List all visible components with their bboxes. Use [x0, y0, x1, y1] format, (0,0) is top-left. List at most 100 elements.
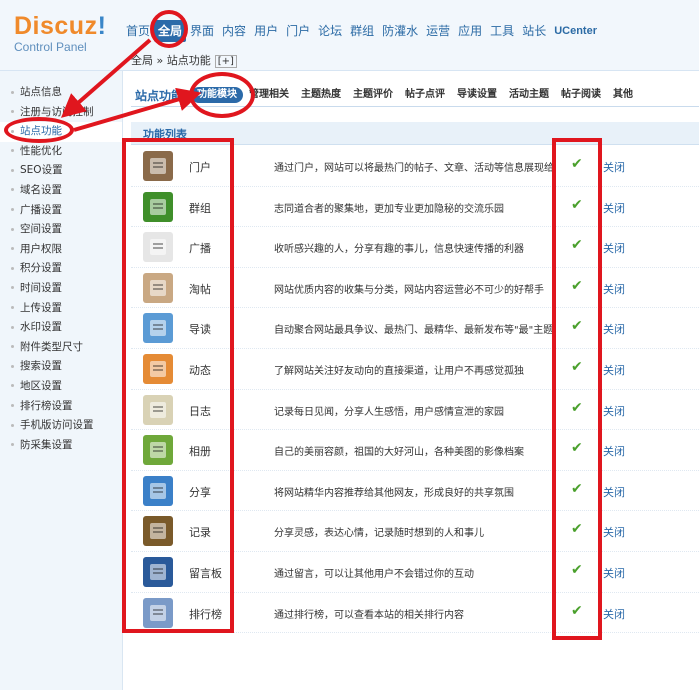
sidebar-item-label: 用户权限 [20, 242, 62, 255]
bullet-icon [11, 404, 14, 407]
sidebar-item-label: 时间设置 [20, 281, 62, 294]
sidebar-item-label: SEO设置 [20, 164, 63, 177]
bullet-icon [11, 188, 14, 192]
feature-description: 收听感兴趣的人，分享有趣的事儿，信息快速传播的利器 [274, 244, 524, 256]
bullet-icon [11, 208, 14, 212]
sidebar-item[interactable]: 用户权限 [0, 240, 122, 260]
sidebar-item-label: 空间设置 [20, 223, 62, 236]
tab-6[interactable]: 论坛 [314, 20, 346, 42]
feature-description: 通过门户，网站可以将最热门的帖子、文章、活动等信息展现给用户 [274, 163, 554, 174]
feature-description: 网站优质内容的收集与分类，网站内容运营必不可少的好帮手 [274, 284, 544, 296]
bullet-icon [11, 306, 14, 310]
subtab-3[interactable]: 主题评价 [347, 87, 399, 103]
bullet-icon [11, 149, 14, 153]
breadcrumb: 全局 » 站点功能 [+] [131, 52, 237, 68]
annotation-circle-global-tab [150, 10, 188, 48]
header-bar: Discuz! Control Panel 首页 全局 界面 内容 用户 门户 论坛 群组 防灌… [0, 0, 699, 71]
bullet-icon [11, 168, 14, 172]
sidebar-item[interactable]: 水印设置 [0, 318, 122, 338]
subtab-2[interactable]: 主题热度 [295, 87, 347, 103]
feature-description: 通过留言，可以让其他用户不会错过你的互动 [274, 568, 474, 580]
feature-description: 自动聚合网站最具争议、最热门、最精华、最新发布等"最"主题 [274, 325, 554, 337]
sidebar-item[interactable]: 时间设置 [0, 279, 122, 299]
sidebar-item[interactable]: 空间设置 [0, 220, 122, 240]
bullet-icon [11, 325, 14, 329]
sidebar-item-label: 站点信息 [20, 86, 62, 98]
bullet-icon [11, 90, 14, 94]
annotation-circle-sidebar-item [4, 117, 74, 143]
top-nav: 首页 全局 界面 内容 用户 门户 论坛 群组 防灌水 运营 应用 工具 站长 UCenter [122, 20, 601, 42]
subtab-8[interactable]: 其他 [607, 87, 639, 103]
breadcrumb-text: 全局 » 站点功能 [131, 54, 211, 67]
annotation-circle-module-tab [189, 72, 255, 118]
tab-10[interactable]: 应用 [454, 20, 486, 42]
sidebar-item[interactable]: 性能优化 [0, 142, 122, 162]
sidebar: 站点信息 注册与访问控制 站点功能 性能优化 SEO设置 域名设置 广播设置 空间设置 用户权限… [0, 71, 123, 690]
sidebar-item[interactable]: 防采集设置 [0, 436, 122, 456]
close-link[interactable]: 关闭 [603, 443, 625, 459]
sidebar-item[interactable]: 广播设置 [0, 201, 122, 221]
sidebar-item[interactable]: 上传设置 [0, 299, 122, 319]
bullet-icon [11, 286, 14, 290]
close-link[interactable]: 关闭 [603, 606, 625, 622]
close-link[interactable]: 关闭 [603, 281, 625, 297]
annotation-box-feature-names [122, 138, 234, 633]
tab-5[interactable]: 门户 [282, 20, 314, 42]
feature-description: 了解网站关注好友动向的直接渠道，让用户不再感觉孤独 [274, 365, 524, 377]
bullet-icon [11, 345, 14, 349]
tab-3[interactable]: 内容 [218, 20, 250, 42]
feature-description: 将网站精华内容推荐给其他网友，形成良好的共享氛围 [274, 487, 514, 499]
close-link[interactable]: 关闭 [603, 200, 625, 216]
sidebar-item-label: 上传设置 [20, 301, 62, 314]
breadcrumb-add-button[interactable]: [+] [214, 55, 237, 68]
sidebar-item[interactable]: 附件类型尺寸 [0, 338, 122, 358]
feature-description: 自己的美丽容颜，祖国的大好河山，各种美图的影像档案 [274, 447, 524, 459]
tab-4[interactable]: 用户 [250, 20, 282, 42]
close-link[interactable]: 关闭 [603, 484, 625, 500]
sidebar-item[interactable]: 搜索设置 [0, 357, 122, 377]
tab-12[interactable]: 站长 [518, 20, 550, 42]
close-link[interactable]: 关闭 [603, 159, 625, 175]
bullet-icon [11, 364, 14, 368]
close-link[interactable]: 关闭 [603, 403, 625, 419]
logo-subtitle: Control Panel [14, 40, 87, 54]
sidebar-item-label: 水印设置 [20, 321, 62, 334]
sidebar-item[interactable]: SEO设置 [0, 161, 122, 181]
sidebar-item[interactable]: 积分设置 [0, 259, 122, 279]
sidebar-item[interactable]: 手机版访问设置 [0, 416, 122, 436]
logo-bang: ! [97, 12, 107, 40]
sidebar-item[interactable]: 排行榜设置 [0, 397, 122, 417]
sidebar-item[interactable]: 站点信息 [0, 83, 122, 103]
feature-description: 志同道合者的聚集地，更加专业更加隐秘的交流乐园 [274, 203, 504, 215]
close-link[interactable]: 关闭 [603, 321, 625, 337]
sidebar-item-label: 性能优化 [20, 144, 62, 157]
bullet-icon [11, 247, 14, 251]
close-link[interactable]: 关闭 [603, 565, 625, 581]
sidebar-item-label: 防采集设置 [20, 438, 73, 451]
subtab-7[interactable]: 帖子阅读 [555, 87, 607, 103]
subtab-6[interactable]: 活动主题 [503, 87, 555, 103]
tab-8[interactable]: 防灌水 [378, 20, 422, 42]
close-link[interactable]: 关闭 [603, 240, 625, 256]
subtab-4[interactable]: 帖子点评 [399, 87, 451, 103]
tab-2[interactable]: 界面 [186, 20, 218, 42]
subtab-5[interactable]: 导读设置 [451, 87, 503, 103]
sidebar-item-label: 域名设置 [20, 183, 62, 196]
feature-description: 记录每日见闻，分享人生感悟，用户感情宣泄的家园 [274, 406, 504, 418]
logo-name: Discuz [14, 12, 98, 40]
close-link[interactable]: 关闭 [603, 524, 625, 540]
close-link[interactable]: 关闭 [603, 362, 625, 378]
tab-11[interactable]: 工具 [486, 20, 518, 42]
sidebar-item-label: 搜索设置 [20, 360, 62, 373]
sidebar-item-label: 地区设置 [20, 379, 62, 392]
bullet-icon [11, 384, 14, 388]
tab-7[interactable]: 群组 [346, 20, 378, 42]
sidebar-item[interactable]: 地区设置 [0, 377, 122, 397]
feature-description: 分享灵感，表达心情，记录随时想到的人和事儿 [274, 528, 484, 540]
discuz-logo: Discuz! Control Panel [14, 12, 124, 54]
tab-9[interactable]: 运营 [422, 20, 454, 42]
bullet-icon [11, 423, 14, 427]
sidebar-item[interactable]: 域名设置 [0, 181, 122, 201]
sidebar-item-label: 注册与访问控制 [20, 105, 94, 118]
tab-13[interactable]: UCenter [550, 20, 601, 42]
